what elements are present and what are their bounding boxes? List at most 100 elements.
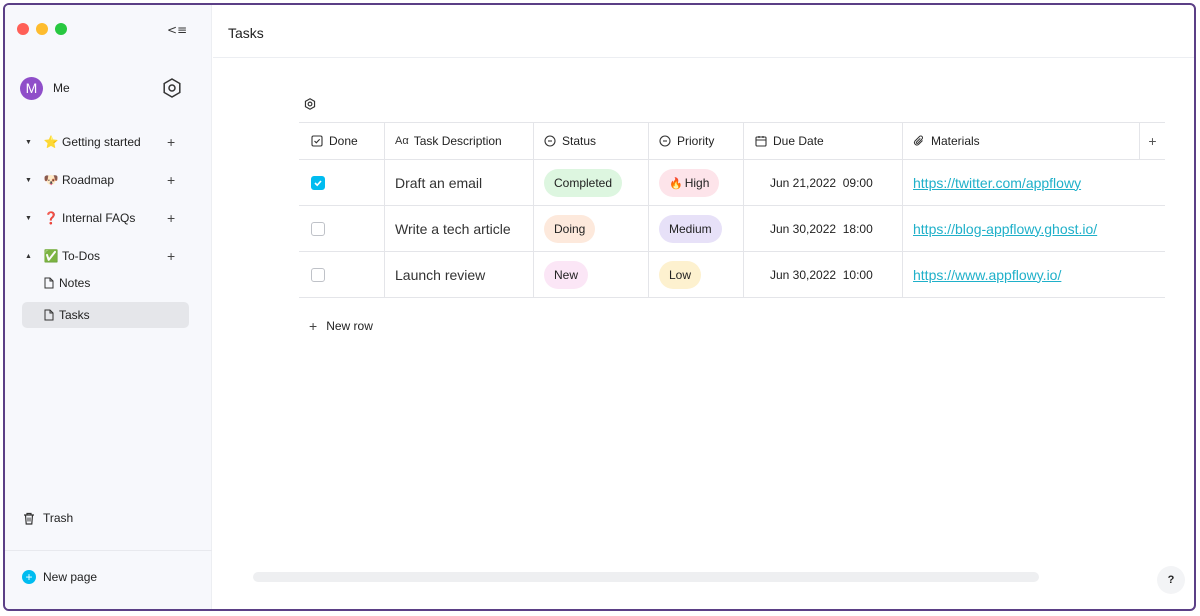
- due-date-cell[interactable]: Jun 21,2022 09:00: [744, 160, 903, 205]
- column-header-done[interactable]: Done: [299, 123, 385, 159]
- materials-link[interactable]: https://twitter.com/appflowy: [913, 175, 1081, 191]
- sidebar-item-label: Notes: [59, 276, 91, 290]
- sidebar-nav: ▼ ⭐ Getting started + ▼ 🐶 Roadmap + ▼ ❓ …: [5, 123, 212, 328]
- column-header-label: Materials: [931, 134, 980, 148]
- app-window: <≡ M Me ▼ ⭐ Getting started + ▼ 🐶 Roadma…: [3, 3, 1196, 611]
- check-mark-icon: ✅: [43, 249, 59, 263]
- materials-link[interactable]: https://blog-appflowy.ghost.io/: [913, 221, 1097, 237]
- grid-settings-icon[interactable]: [303, 97, 317, 111]
- select-icon: [544, 135, 556, 147]
- sidebar-item-roadmap[interactable]: ▼ 🐶 Roadmap +: [5, 161, 212, 199]
- sidebar-divider: [5, 550, 212, 551]
- minimize-window-button[interactable]: [36, 23, 48, 35]
- table-row: Write a tech article Doing Medium Jun 30…: [299, 206, 1165, 252]
- grid-header-row: Done Aα Task Description Status Priority…: [299, 122, 1165, 160]
- help-button[interactable]: ?: [1157, 566, 1185, 594]
- window-controls: [17, 23, 67, 35]
- status-cell[interactable]: Completed: [534, 160, 649, 205]
- paperclip-icon: [914, 135, 923, 146]
- trash-label: Trash: [43, 511, 74, 525]
- materials-cell[interactable]: https://blog-appflowy.ghost.io/: [903, 206, 1140, 251]
- sidebar: <≡ M Me ▼ ⭐ Getting started + ▼ 🐶 Roadma…: [5, 5, 212, 609]
- done-cell[interactable]: [299, 160, 385, 205]
- new-page-label: New page: [43, 570, 98, 584]
- priority-label: High: [684, 175, 710, 190]
- description-cell[interactable]: Write a tech article: [385, 206, 534, 251]
- priority-cell[interactable]: Medium: [649, 206, 744, 251]
- sidebar-item-getting-started[interactable]: ▼ ⭐ Getting started +: [5, 123, 212, 161]
- done-cell[interactable]: [299, 252, 385, 297]
- caret-down-icon[interactable]: ▲: [25, 253, 35, 260]
- caret-right-icon[interactable]: ▼: [25, 177, 35, 184]
- priority-tag: Medium: [659, 214, 722, 243]
- column-header-task-description[interactable]: Aα Task Description: [385, 123, 534, 159]
- settings-icon[interactable]: [160, 76, 184, 100]
- trash-icon: [24, 512, 34, 525]
- done-checkbox[interactable]: [311, 267, 325, 282]
- column-header-materials[interactable]: Materials: [903, 123, 1140, 159]
- description-cell[interactable]: Draft an email: [385, 160, 534, 205]
- calendar-icon: [755, 136, 767, 147]
- description-cell[interactable]: Launch review: [385, 252, 534, 297]
- sidebar-item-tasks[interactable]: Tasks: [22, 302, 189, 328]
- zoom-window-button[interactable]: [55, 23, 67, 35]
- add-subpage-button[interactable]: +: [167, 172, 175, 188]
- materials-link[interactable]: https://www.appflowy.io/: [913, 267, 1061, 283]
- document-icon: [44, 309, 54, 321]
- column-header-label: Status: [562, 134, 597, 148]
- select-icon: [659, 135, 671, 147]
- column-header-priority[interactable]: Priority: [649, 123, 744, 159]
- due-date-cell[interactable]: Jun 30,2022 10:00: [744, 252, 903, 297]
- horizontal-scrollbar[interactable]: [253, 572, 1039, 582]
- sidebar-item-label: Getting started: [62, 135, 141, 149]
- checkbox-icon: [311, 135, 323, 147]
- add-column-button[interactable]: +: [1140, 123, 1165, 159]
- new-page-button[interactable]: + New page: [22, 570, 97, 584]
- sidebar-item-label: Roadmap: [62, 173, 115, 187]
- column-header-label: Done: [329, 134, 358, 148]
- table-row: Launch review New Low Jun 30,2022 10:00 …: [299, 252, 1165, 298]
- sidebar-item-label: Tasks: [59, 308, 90, 322]
- task-grid: Done Aα Task Description Status Priority…: [299, 122, 1165, 298]
- table-row: Draft an email Completed 🔥 High Jun 21,20…: [299, 160, 1165, 206]
- sidebar-item-internal-faqs[interactable]: ▼ ❓ Internal FAQs +: [5, 199, 212, 237]
- status-cell[interactable]: Doing: [534, 206, 649, 251]
- column-header-due-date[interactable]: Due Date: [744, 123, 903, 159]
- caret-right-icon[interactable]: ▼: [25, 139, 35, 146]
- caret-right-icon[interactable]: ▼: [25, 215, 35, 222]
- page-title: Tasks: [228, 25, 264, 41]
- add-subpage-button[interactable]: +: [167, 134, 175, 150]
- page-header: Tasks: [213, 5, 1194, 58]
- due-date-cell[interactable]: Jun 30,2022 18:00: [744, 206, 903, 251]
- collapse-sidebar-icon[interactable]: <≡: [167, 23, 187, 37]
- sidebar-item-notes[interactable]: Notes: [22, 270, 189, 296]
- priority-cell[interactable]: 🔥 High: [649, 160, 744, 205]
- done-checkbox[interactable]: [311, 221, 325, 236]
- priority-tag: 🔥 High: [659, 168, 720, 197]
- sidebar-item-label: To-Dos: [62, 249, 101, 263]
- column-header-status[interactable]: Status: [534, 123, 649, 159]
- status-tag: Doing: [544, 214, 596, 243]
- column-header-label: Priority: [677, 134, 715, 148]
- check-icon: [314, 179, 322, 186]
- priority-cell[interactable]: Low: [649, 252, 744, 297]
- done-cell[interactable]: [299, 206, 385, 251]
- text-icon: Aα: [395, 135, 409, 147]
- materials-cell[interactable]: https://www.appflowy.io/: [903, 252, 1140, 297]
- status-tag: New: [544, 260, 589, 289]
- dog-icon: 🐶: [43, 173, 59, 187]
- new-row-label: New row: [326, 319, 373, 333]
- close-window-button[interactable]: [17, 23, 29, 35]
- question-mark-icon: ❓: [43, 211, 59, 225]
- new-row-button[interactable]: + New row: [309, 318, 373, 334]
- avatar[interactable]: M: [20, 76, 43, 100]
- done-checkbox[interactable]: [311, 175, 325, 190]
- user-name: Me: [53, 81, 70, 95]
- materials-cell[interactable]: https://twitter.com/appflowy: [903, 160, 1140, 205]
- trash-button[interactable]: Trash: [23, 511, 73, 525]
- add-subpage-button[interactable]: +: [167, 210, 175, 226]
- status-cell[interactable]: New: [534, 252, 649, 297]
- user-profile[interactable]: M Me: [20, 76, 185, 100]
- add-subpage-button[interactable]: +: [167, 248, 175, 264]
- document-icon: [44, 277, 54, 289]
